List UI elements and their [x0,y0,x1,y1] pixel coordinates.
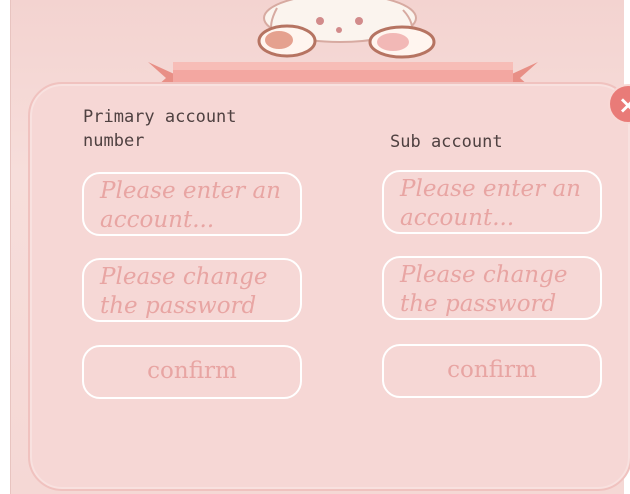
sub-account-title: Sub account [390,132,503,152]
sub-password-placeholder: Please change the password [400,262,568,317]
primary-password-input[interactable]: Please change the password [82,258,302,322]
sub-account-placeholder: Please enter an account... [400,176,581,231]
primary-account-input[interactable]: Please enter an account... [82,172,302,236]
sub-password-input[interactable]: Please change the password [382,256,602,320]
sub-confirm-button[interactable]: confirm [382,344,602,398]
sub-account-input[interactable]: Please enter an account... [382,170,602,234]
primary-password-placeholder: Please change the password [100,264,268,319]
close-icon: × [618,91,630,119]
primary-account-title: Primary account number [83,107,237,151]
primary-account-placeholder: Please enter an account... [100,178,281,233]
primary-confirm-button[interactable]: confirm [82,345,302,399]
